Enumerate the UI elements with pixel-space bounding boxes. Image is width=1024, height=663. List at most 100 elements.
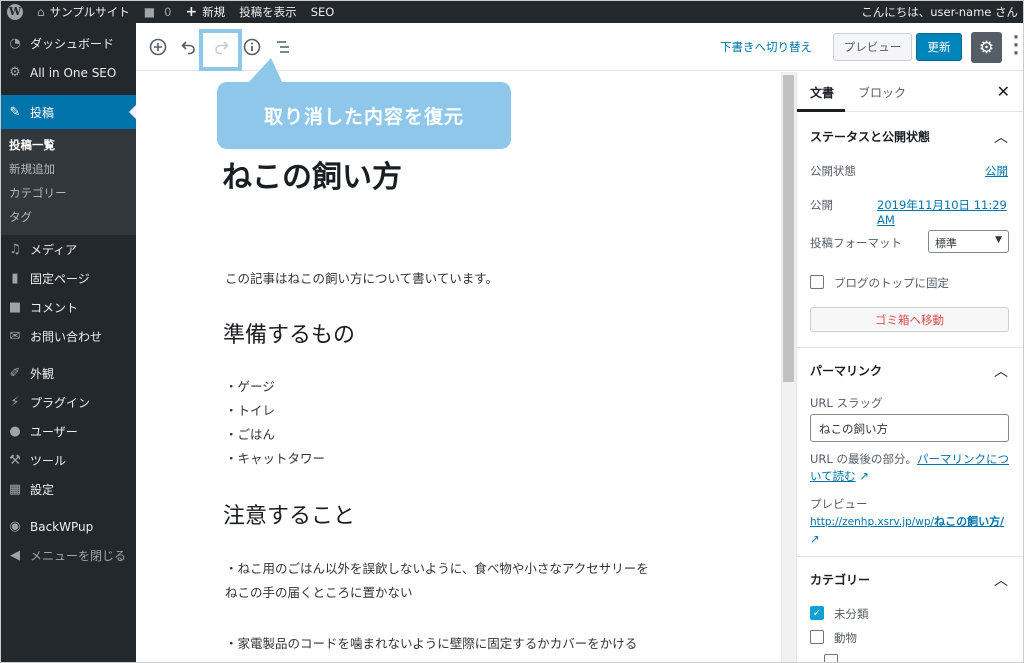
heading-block[interactable]: 注意すること xyxy=(223,498,355,530)
paragraph-block[interactable]: ・家電製品のコードを噛まれないように壁際に固定するかカバーをかける xyxy=(225,633,637,652)
sidebar-item-label: All in One SEO xyxy=(30,65,117,80)
editor-content: ねこの飼い方 この記事はねこの飼い方について書いています。 準備するもの ・ゲー… xyxy=(136,72,781,663)
sidebar-item-label: BackWPup xyxy=(30,519,94,534)
chevron-up-icon[interactable]: ︿ xyxy=(994,570,1008,590)
publish-date-link[interactable]: 2019年11月10日 11:29 AM xyxy=(877,197,1024,227)
preview-url-prefix[interactable]: http://zenhp.xsrv.jp/wp/ xyxy=(810,516,934,528)
category-label[interactable]: 動物 xyxy=(834,630,857,646)
category-checkbox-uncategorized[interactable]: ✓ xyxy=(810,606,824,620)
slug-label: URL スラッグ xyxy=(810,396,883,410)
sidebar-item-appearance[interactable]: ✐ 外観 xyxy=(0,359,136,388)
collapse-menu-button[interactable]: ◀ メニューを閉じる xyxy=(0,541,136,570)
list-item[interactable]: ・トイレ xyxy=(225,400,275,419)
sidebar-item-media[interactable]: ♫ メディア xyxy=(0,235,136,264)
list-item[interactable]: ・キャットタワー xyxy=(225,448,325,467)
switch-to-draft-link[interactable]: 下書きへ切り替え xyxy=(720,39,812,55)
new-content-menu[interactable]: + 新規 xyxy=(178,0,232,23)
gear-icon: ⚙ xyxy=(9,65,21,80)
post-format-label: 投稿フォーマット xyxy=(810,236,902,250)
sidebar-subitem-categories[interactable]: カテゴリー xyxy=(0,181,136,205)
chevron-up-icon[interactable]: ︿ xyxy=(994,361,1008,381)
view-post-link[interactable]: 投稿を表示 xyxy=(232,0,304,23)
sidebar-item-tools[interactable]: ⚒ ツール xyxy=(0,446,136,475)
sidebar-item-comments[interactable]: ■ コメント xyxy=(0,293,136,322)
add-block-button[interactable] xyxy=(146,35,170,59)
preview-button[interactable]: プレビュー xyxy=(833,33,912,61)
chevron-down-icon: ▼ xyxy=(995,235,1002,245)
redo-highlight-box xyxy=(199,29,242,71)
sidebar-item-label: お問い合わせ xyxy=(30,330,103,344)
more-menu-button[interactable]: · · · xyxy=(1012,30,1020,63)
sidebar-item-all-in-one-seo[interactable]: ⚙ All in One SEO xyxy=(0,58,136,87)
sidebar-item-users[interactable]: ● ユーザー xyxy=(0,417,136,446)
account-menu[interactable]: こんにちは、user-name さん xyxy=(861,0,1018,23)
sidebar-item-pages[interactable]: ▮ 固定ページ xyxy=(0,264,136,293)
sidebar-item-label: メニューを閉じる xyxy=(30,549,127,563)
post-title[interactable]: ねこの飼い方 xyxy=(222,152,402,196)
tab-block[interactable]: ブロック xyxy=(858,84,906,101)
sidebar-item-settings[interactable]: ▦ 設定 xyxy=(0,475,136,504)
close-icon: ✕ xyxy=(996,82,1010,101)
wrench-icon: ⚒ xyxy=(9,453,21,468)
sidebar-item-label: ツール xyxy=(30,454,67,468)
panel-title-status[interactable]: ステータスと公開状態 xyxy=(810,128,930,145)
scrollbar-thumb[interactable] xyxy=(783,75,794,382)
sidebar-item-dashboard[interactable]: ◔ ダッシュボード xyxy=(0,29,136,58)
preview-url-slug[interactable]: ねこの飼い方/ xyxy=(934,515,1004,528)
plus-circle-icon xyxy=(149,38,167,56)
divider xyxy=(797,556,1024,557)
category-checkbox-animals[interactable] xyxy=(810,630,824,644)
list-item[interactable]: ・ゲージ xyxy=(225,376,275,395)
panel-title-permalink[interactable]: パーマリンク xyxy=(810,362,882,379)
seo-menu[interactable]: SEO xyxy=(304,0,342,23)
category-label[interactable]: 未分類 xyxy=(834,606,869,622)
sticky-label[interactable]: ブログのトップに固定 xyxy=(834,275,949,291)
move-to-trash-button[interactable]: ゴミ箱へ移動 xyxy=(810,307,1009,332)
panel-title-categories[interactable]: カテゴリー xyxy=(810,571,870,588)
undo-button[interactable] xyxy=(177,35,201,59)
chevron-up-icon[interactable]: ︿ xyxy=(994,127,1008,147)
site-name-menu[interactable]: ⌂ サンプルサイト xyxy=(30,0,137,23)
callout-pointer xyxy=(247,58,283,84)
sidebar-item-label: メディア xyxy=(30,243,78,257)
block-navigation-button[interactable] xyxy=(271,35,295,59)
list-icon xyxy=(277,41,289,53)
sticky-checkbox[interactable] xyxy=(810,275,824,289)
category-checkbox-child[interactable] xyxy=(824,654,838,663)
close-sidebar-button[interactable]: ✕ xyxy=(997,82,1010,101)
comments-menu[interactable]: ■ 0 xyxy=(137,0,179,23)
plugin-icon: ⚡ xyxy=(10,395,20,410)
permalink-help-link[interactable]: パーマリンクにつ xyxy=(917,452,1009,466)
sidebar-item-label: ユーザー xyxy=(30,425,78,439)
wordpress-logo-menu[interactable]: W xyxy=(0,0,30,23)
content-info-button[interactable] xyxy=(240,35,264,59)
mail-icon: ✉ xyxy=(9,329,21,344)
update-button[interactable]: 更新 xyxy=(916,33,962,61)
paragraph-block[interactable]: この記事はねこの飼い方について書いています。 xyxy=(225,268,498,287)
heading-block[interactable]: 準備するもの xyxy=(223,317,355,349)
settings-toggle-button[interactable]: ⚙ xyxy=(971,32,1002,63)
sidebar-item-contact[interactable]: ✉ お問い合わせ xyxy=(0,322,136,351)
comment-icon: ■ xyxy=(143,4,156,19)
visibility-link[interactable]: 公開 xyxy=(985,163,1008,179)
sidebar-item-plugins[interactable]: ⚡ プラグイン xyxy=(0,388,136,417)
paragraph-block-line[interactable]: ・ねこ用のごはん以外を誤飲しないように、食べ物や小さなアクセサリーを xyxy=(225,558,649,577)
paragraph-block-line[interactable]: ねこの手の届くところに置かない xyxy=(225,582,413,601)
list-item[interactable]: ・ごはん xyxy=(225,424,275,443)
undo-icon xyxy=(181,41,195,55)
permalink-help-link-cont[interactable]: いて読む xyxy=(810,469,856,483)
sidebar-subitem-tags[interactable]: タグ xyxy=(0,205,136,229)
sidebar-item-posts[interactable]: ✎ 投稿 xyxy=(0,95,136,129)
page-icon: ▮ xyxy=(11,271,19,286)
tab-document[interactable]: 文書 xyxy=(810,84,834,101)
backwpup-icon: ◉ xyxy=(9,519,21,534)
sidebar-subitem-all-posts[interactable]: 投稿一覧 xyxy=(0,133,136,157)
paintbrush-icon: ✐ xyxy=(9,366,21,381)
preview-url: http://zenhp.xsrv.jp/wp/ねこの飼い方/ ↗ xyxy=(810,513,1015,548)
post-format-select[interactable]: 標準 ▼ xyxy=(928,230,1009,253)
sidebar-subitem-add-new[interactable]: 新規追加 xyxy=(0,157,136,181)
sidebar-item-backwpup[interactable]: ◉ BackWPup xyxy=(0,512,136,541)
slug-input[interactable]: ねこの飼い方 xyxy=(810,414,1009,442)
visibility-label: 公開状態 xyxy=(810,164,856,178)
sidebar-item-label: コメント xyxy=(30,301,79,315)
